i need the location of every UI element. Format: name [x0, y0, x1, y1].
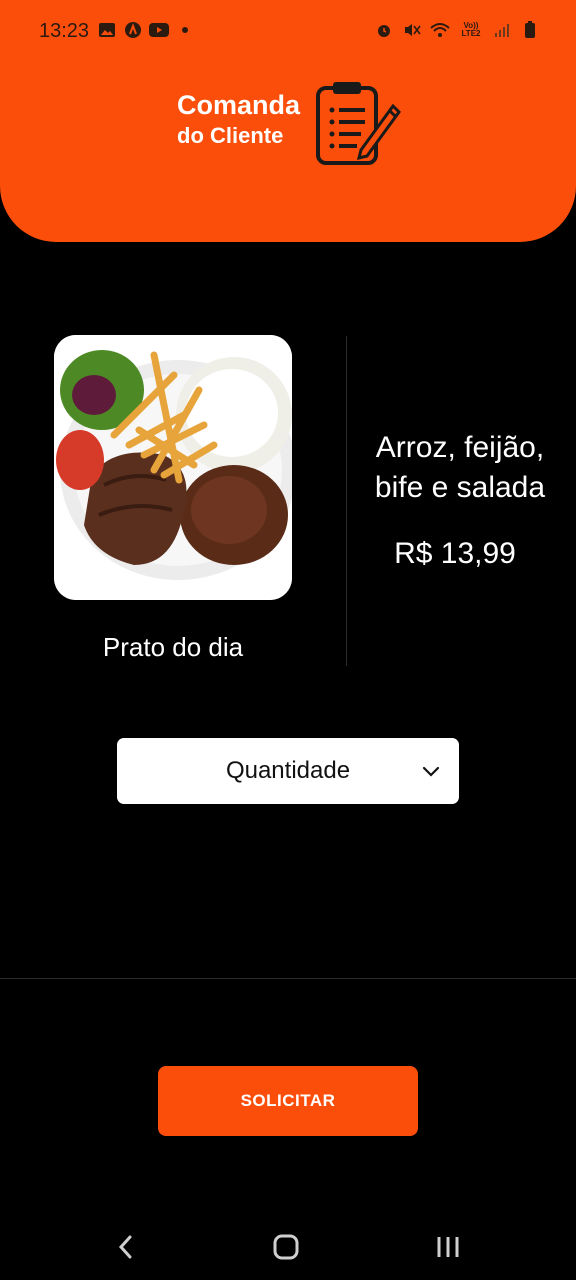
- quantity-select[interactable]: Quantidade: [117, 738, 459, 804]
- clipboard-pen-icon: [313, 78, 403, 168]
- status-left-icons: [97, 21, 195, 39]
- back-icon[interactable]: [112, 1232, 140, 1262]
- app-icon: [123, 21, 143, 39]
- recents-icon[interactable]: [433, 1232, 463, 1262]
- horizontal-divider: [0, 978, 576, 979]
- brand-text: Comanda do Cliente: [177, 88, 300, 150]
- gallery-icon: [97, 21, 117, 39]
- vertical-divider: [346, 336, 347, 666]
- status-bar: 13:23 Vo)) LTE2: [0, 0, 576, 64]
- brand-subtitle: do Cliente: [177, 123, 284, 148]
- status-time: 13:23: [39, 20, 90, 42]
- home-icon[interactable]: [272, 1232, 300, 1262]
- wifi-icon: [430, 21, 450, 39]
- dish-price: R$ 13,99: [394, 537, 516, 570]
- solicitar-button[interactable]: SOLICITAR: [158, 1066, 418, 1136]
- battery-icon: [520, 21, 540, 39]
- quantity-select-value: Quantidade: [225, 757, 351, 784]
- status-right-icons: Vo)) LTE2: [374, 21, 540, 39]
- signal-icon: [492, 21, 512, 39]
- brand-title: Comanda: [177, 90, 301, 120]
- system-navbar: [0, 1210, 576, 1280]
- youtube-icon: [149, 21, 169, 39]
- mute-icon: [402, 21, 422, 39]
- alarm-icon: [374, 21, 394, 39]
- dot-icon: [175, 21, 195, 39]
- dish-name: Arroz, feijão, bife e salada: [374, 431, 546, 504]
- dish-image: [54, 335, 292, 600]
- volte-icon: Vo)) LTE2: [461, 21, 481, 38]
- dish-image-label: Prato do dia: [102, 632, 244, 662]
- chevron-down-icon: [421, 760, 441, 780]
